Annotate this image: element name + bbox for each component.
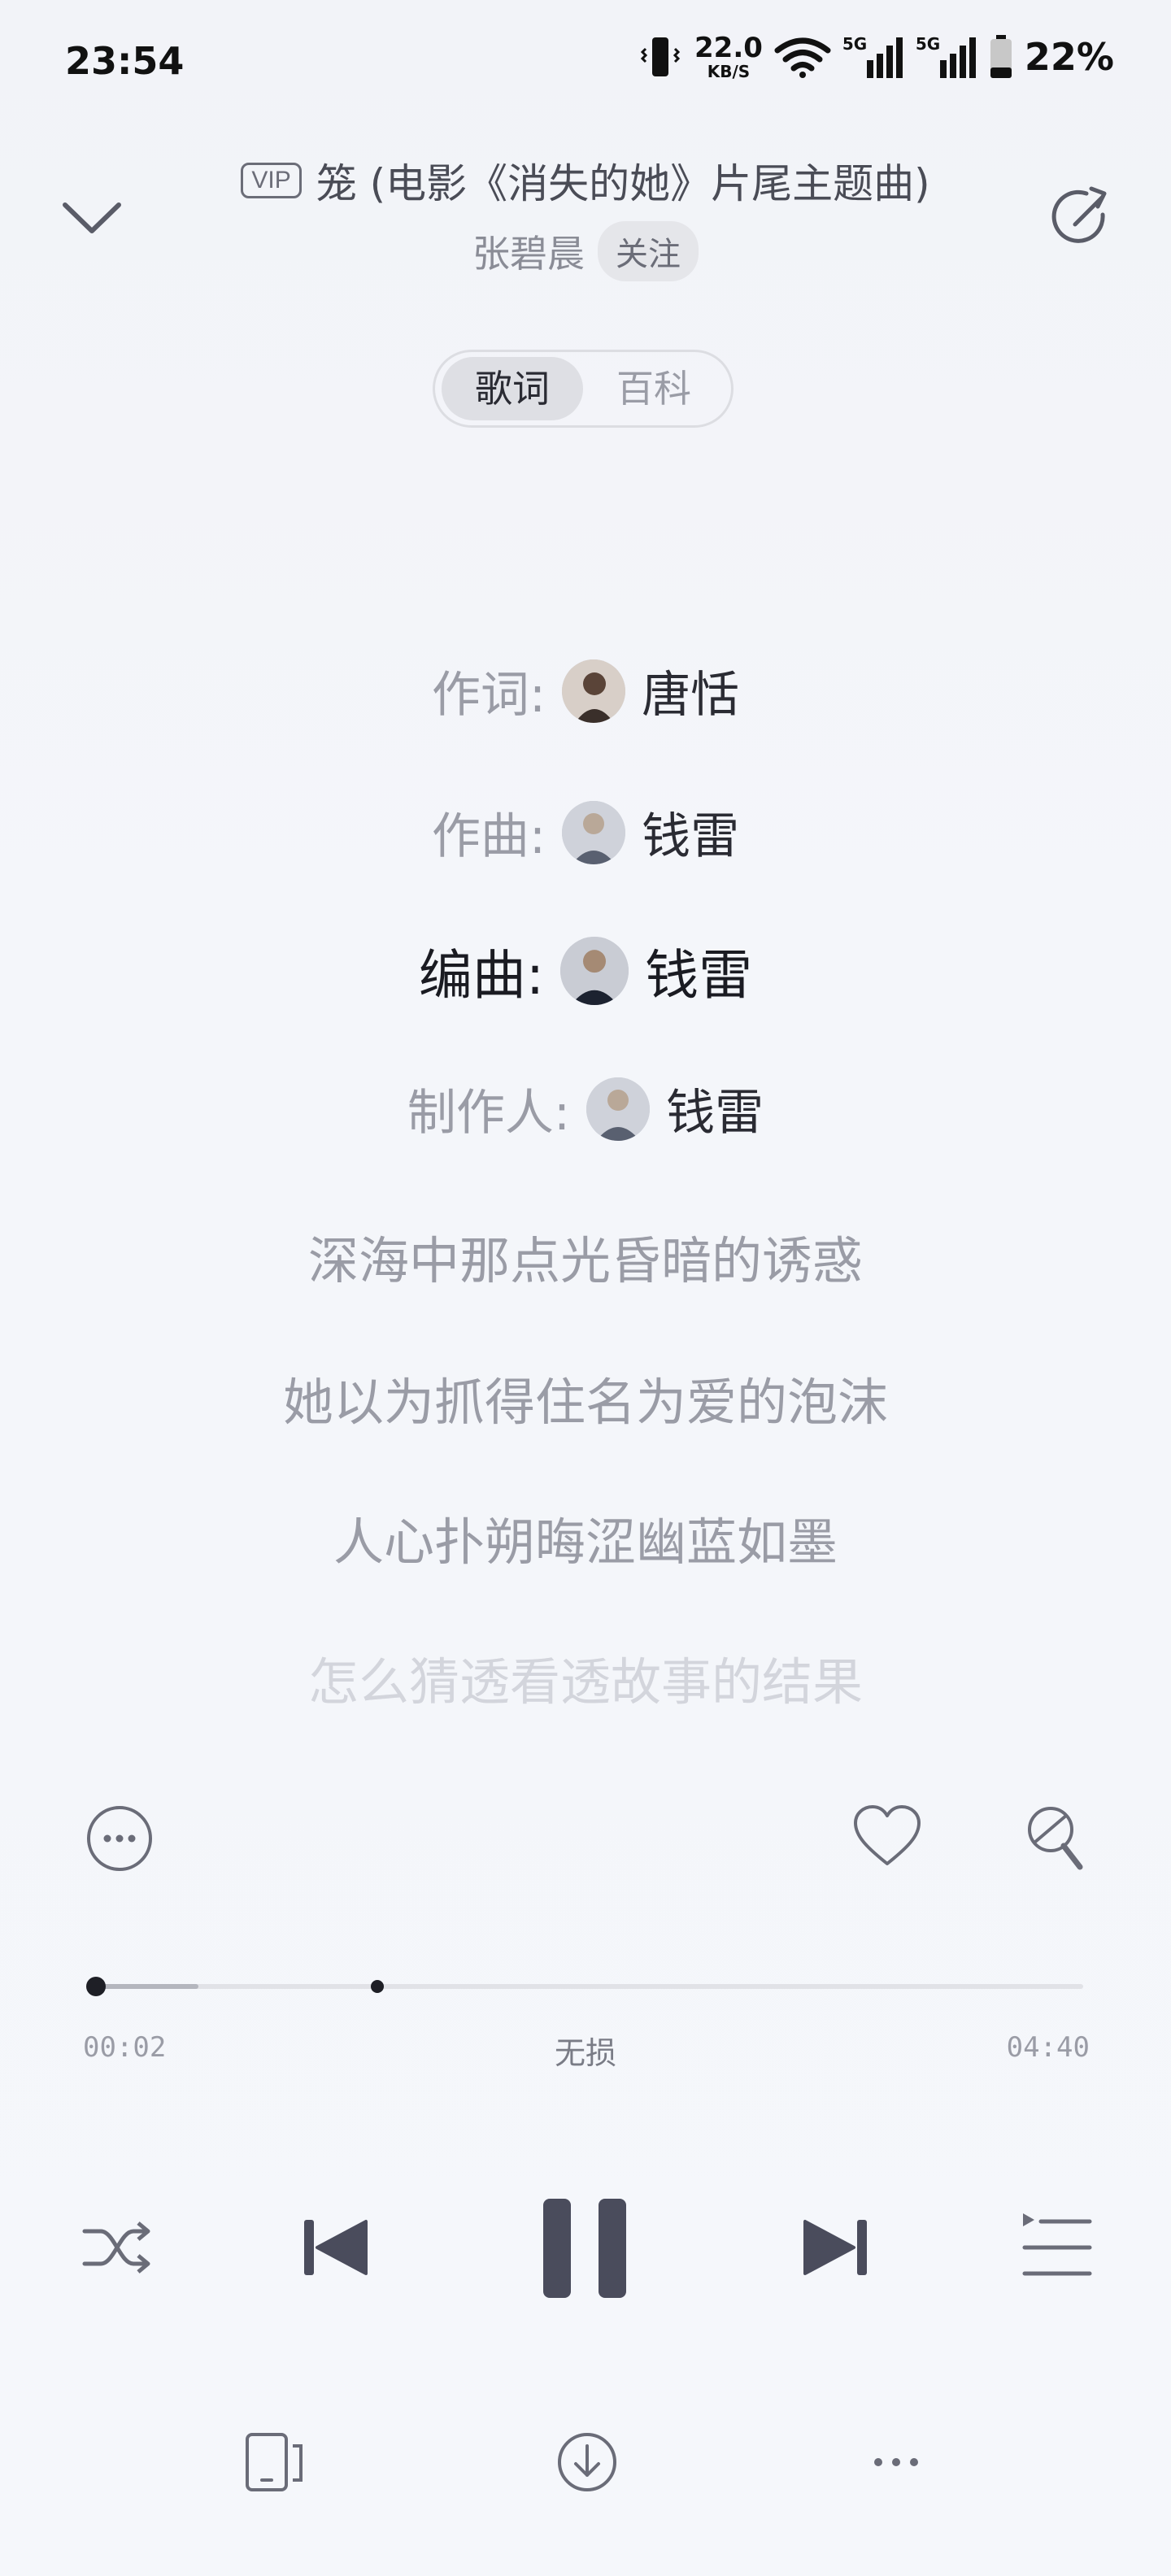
- audio-quality[interactable]: 无损: [0, 2028, 1171, 2073]
- song-title: 笼 (电影《消失的她》片尾主题曲): [316, 160, 930, 207]
- shuffle-icon[interactable]: [78, 2208, 156, 2287]
- vip-badge: VIP: [241, 163, 302, 198]
- more-circle-icon[interactable]: [83, 1802, 156, 1875]
- pause-icon[interactable]: [537, 2195, 634, 2301]
- credit-producer: 制作人: 钱雷: [0, 1073, 1171, 1144]
- tab-encyclopedia[interactable]: 百科: [583, 357, 725, 420]
- avatar[interactable]: [562, 659, 626, 723]
- credit-role: 编曲:: [418, 944, 545, 1007]
- avatar[interactable]: [586, 1077, 651, 1141]
- next-icon[interactable]: [797, 2208, 875, 2287]
- artist-name[interactable]: 张碧晨: [472, 224, 585, 278]
- download-icon[interactable]: [553, 2428, 621, 2496]
- battery-percent: 22%: [1024, 35, 1114, 79]
- credit-role: 作词:: [431, 667, 546, 724]
- follow-button[interactable]: 关注: [598, 221, 699, 281]
- progress-marker: [371, 1980, 384, 1993]
- avatar[interactable]: [560, 937, 629, 1005]
- net-speed: 22.0 KB/S: [694, 34, 763, 80]
- credit-name[interactable]: 钱雷: [645, 932, 752, 1010]
- credit-arranger: 编曲: 钱雷: [0, 932, 1171, 1010]
- credit-lyricist: 作词: 唐恬: [0, 655, 1171, 726]
- share-icon[interactable]: [1044, 182, 1116, 254]
- credit-name[interactable]: 唐恬: [642, 655, 739, 726]
- signal-icon-2: 5G: [916, 34, 977, 80]
- microphone-icon[interactable]: [1021, 1802, 1095, 1875]
- heart-icon[interactable]: [851, 1800, 924, 1873]
- progress-thumb[interactable]: [86, 1977, 106, 1996]
- status-time: 23:54: [65, 39, 185, 83]
- net-speed-unit: KB/S: [707, 62, 751, 81]
- net-speed-value: 22.0: [694, 32, 763, 64]
- total-time: 04:40: [1006, 2031, 1090, 2064]
- playlist-icon[interactable]: [1018, 2208, 1096, 2287]
- credit-name[interactable]: 钱雷: [666, 1073, 764, 1144]
- status-icons: 22.0 KB/S 5G 5G 22%: [638, 34, 1114, 80]
- progress-track[interactable]: [96, 1984, 1083, 1989]
- device-icon[interactable]: [241, 2428, 309, 2496]
- lyric-line[interactable]: 怎么猜透看透故事的结果: [0, 1641, 1171, 1714]
- credit-role: 作曲:: [431, 808, 546, 865]
- artist-row: 张碧晨 关注: [0, 221, 1171, 281]
- credit-composer: 作曲: 钱雷: [0, 797, 1171, 868]
- signal-icon-1: 5G: [842, 34, 904, 80]
- lyric-line[interactable]: 她以为抓得住名为爱的泡沫: [0, 1361, 1171, 1434]
- avatar[interactable]: [562, 800, 626, 864]
- lyric-line[interactable]: 人心扑朔晦涩幽蓝如墨: [0, 1501, 1171, 1574]
- song-title-row: VIP 笼 (电影《消失的她》片尾主题曲): [0, 151, 1171, 210]
- vibrate-icon: [640, 37, 681, 76]
- credit-name[interactable]: 钱雷: [642, 797, 739, 868]
- view-tabs: 歌词 百科: [433, 350, 734, 428]
- lyric-line[interactable]: 深海中那点光昏暗的诱惑: [0, 1220, 1171, 1293]
- more-horizontal-icon[interactable]: [862, 2428, 930, 2496]
- credit-role: 制作人:: [407, 1085, 571, 1142]
- progress-buffered: [96, 1984, 198, 1989]
- battery-icon: [990, 35, 1012, 78]
- previous-icon[interactable]: [296, 2208, 374, 2287]
- tab-lyrics[interactable]: 歌词: [442, 357, 583, 420]
- wifi-icon: [774, 37, 831, 78]
